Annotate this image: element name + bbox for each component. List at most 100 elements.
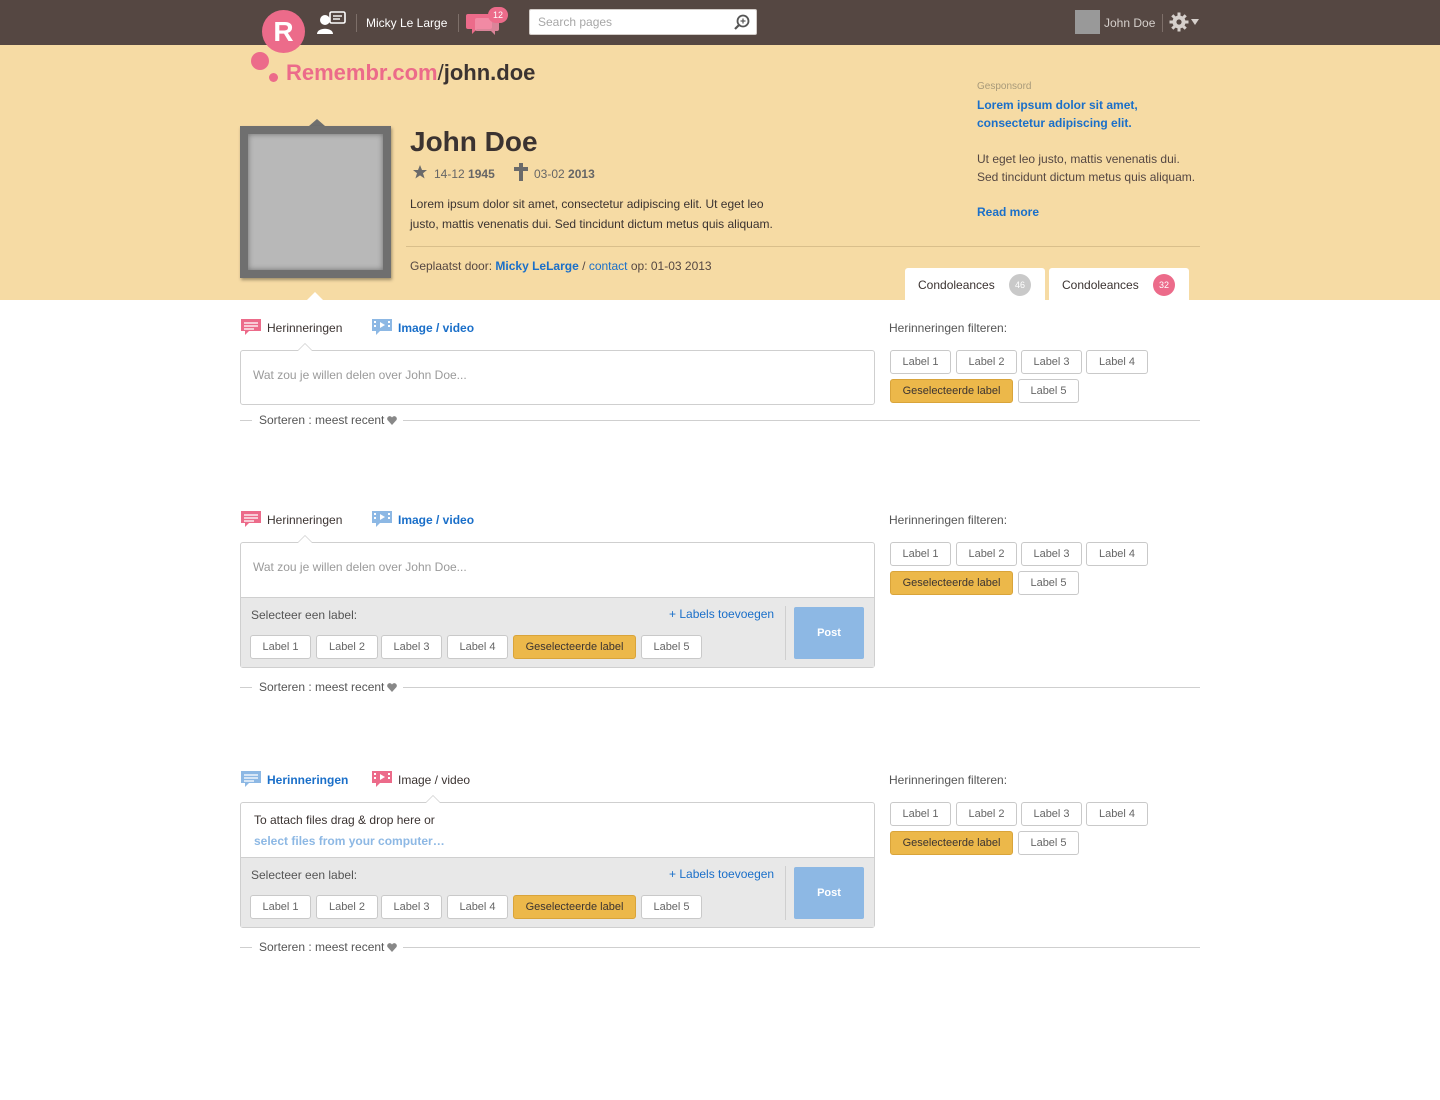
comment-icon[interactable] [240,770,262,788]
label-chip-3[interactable]: Label 3 [381,895,442,919]
logo[interactable]: R [262,10,305,53]
sort-dropdown[interactable]: Sorteren : meest recent [252,940,404,954]
post-button[interactable]: Post [794,867,864,919]
label-chip-5[interactable]: Label 5 [641,895,702,919]
sort-dropdown[interactable]: Sorteren : meest recent [252,413,404,427]
label-chip-5[interactable]: Label 5 [641,635,702,659]
divider [785,606,786,660]
composer: To attach files drag & drop here or sele… [240,795,875,928]
chevron-down-icon [387,943,398,953]
filter-label-2[interactable]: Label 2 [956,802,1017,826]
top-bar: Micky Le Large 12 John Doe [0,0,1440,45]
chevron-down-icon [387,416,398,426]
photo-pointer [307,292,323,300]
messages-count-badge[interactable]: 12 [488,7,508,23]
filter-label-2[interactable]: Label 2 [956,542,1017,566]
label-chip-4[interactable]: Label 4 [447,895,508,919]
search-box [529,9,757,35]
search-input[interactable] [538,13,728,31]
death-date: 03-02 2013 [534,167,595,181]
read-more-link[interactable]: Read more [977,205,1039,219]
add-labels-link[interactable]: + Labels toevoegen [669,867,774,881]
search-icon[interactable] [734,14,750,30]
label-chip-1[interactable]: Label 1 [250,635,311,659]
chevron-down-icon[interactable] [1191,19,1199,25]
label-panel: Selecteer een label: + Labels toevoegen … [241,857,874,927]
video-icon[interactable] [371,318,393,336]
filter-title: Herinneringen filteren: [889,513,1008,527]
composer-section-2: Herinneringen Image / video Wat zou je w… [240,508,1200,708]
profile-handle: john.doe [443,60,536,85]
composer-section-3: Herinneringen Image / video To attach fi… [240,768,1200,968]
gear-icon[interactable] [1169,12,1189,32]
filter-label-1[interactable]: Label 1 [890,350,951,374]
account-name[interactable]: John Doe [1104,16,1155,30]
divider [406,246,1200,247]
count-badge: 46 [1009,274,1031,296]
filter-label-5[interactable]: Label 5 [1018,831,1079,855]
label-chip-selected[interactable]: Geselecteerde label [513,895,636,919]
current-user-name[interactable]: Micky Le Large [366,16,447,30]
filter-label-selected[interactable]: Geselecteerde label [890,379,1013,403]
tab-herinneringen[interactable]: Herinneringen [267,513,342,527]
select-files-link[interactable]: select files from your computer… [254,834,445,848]
filter-label-2[interactable]: Label 2 [956,350,1017,374]
filter-label-selected[interactable]: Geselecteerde label [890,571,1013,595]
divider [1162,14,1163,32]
filter-label-5[interactable]: Label 5 [1018,379,1079,403]
add-labels-link[interactable]: + Labels toevoegen [669,607,774,621]
drop-zone-text: To attach files drag & drop here or [254,813,435,827]
filter-label-selected[interactable]: Geselecteerde label [890,831,1013,855]
composer-input[interactable]: Wat zou je willen delen over John Doe... [253,368,467,382]
comment-icon[interactable] [240,318,262,336]
filter-label-3[interactable]: Label 3 [1021,802,1082,826]
tab-condoleances-2[interactable]: Condoleances 32 [1049,268,1189,300]
sponsored-label: Gesponsord [977,81,1032,92]
user-chat-icon[interactable] [316,11,346,35]
birth-date: 14-12 1945 [434,167,495,181]
logo-dot [251,52,269,70]
tab-image-video[interactable]: Image / video [398,321,474,335]
composer-input[interactable]: Wat zou je willen delen over John Doe... [253,560,467,574]
profile-photo[interactable] [240,126,391,278]
composer-section-1: Herinneringen Image / video Wat zou je w… [240,316,1200,436]
filter-label-4[interactable]: Label 4 [1086,802,1148,826]
label-chip-2[interactable]: Label 2 [316,635,378,659]
tab-herinneringen[interactable]: Herinneringen [267,321,342,335]
filter-label-3[interactable]: Label 3 [1021,542,1082,566]
post-button[interactable]: Post [794,607,864,659]
filter-label-3[interactable]: Label 3 [1021,350,1082,374]
label-chip-2[interactable]: Label 2 [316,895,378,919]
composer: Wat zou je willen delen over John Doe...… [240,535,875,668]
video-icon[interactable] [371,770,393,788]
label-chip-3[interactable]: Label 3 [381,635,442,659]
avatar[interactable] [1075,10,1100,34]
label-panel: Selecteer een label: + Labels toevoegen … [241,597,874,667]
tab-image-video[interactable]: Image / video [398,773,470,787]
label-chip-selected[interactable]: Geselecteerde label [513,635,636,659]
filter-label-5[interactable]: Label 5 [1018,571,1079,595]
filter-label-4[interactable]: Label 4 [1086,542,1148,566]
select-label-text: Selecteer een label: [251,608,358,622]
logo-dot [269,73,278,82]
label-chip-1[interactable]: Label 1 [250,895,311,919]
tab-herinneringen[interactable]: Herinneringen [267,773,348,787]
filter-title: Herinneringen filteren: [889,321,1008,335]
filter-label-4[interactable]: Label 4 [1086,350,1148,374]
star-icon [413,165,427,179]
select-label-text: Selecteer een label: [251,868,358,882]
poster-link[interactable]: Micky LeLarge [495,259,578,273]
sponsored-title[interactable]: Lorem ipsum dolor sit amet, consectetur … [977,96,1197,132]
comment-icon[interactable] [240,510,262,528]
contact-link[interactable]: contact [589,259,628,273]
filter-label-1[interactable]: Label 1 [890,542,951,566]
tab-image-video[interactable]: Image / video [398,513,474,527]
video-icon[interactable] [371,510,393,528]
chevron-down-icon [387,683,398,693]
filter-label-1[interactable]: Label 1 [890,802,951,826]
tab-condoleances-1[interactable]: Condoleances 46 [905,268,1045,300]
divider [356,14,357,32]
brand-name[interactable]: Remembr.com [286,60,438,85]
sort-dropdown[interactable]: Sorteren : meest recent [252,680,404,694]
label-chip-4[interactable]: Label 4 [447,635,508,659]
